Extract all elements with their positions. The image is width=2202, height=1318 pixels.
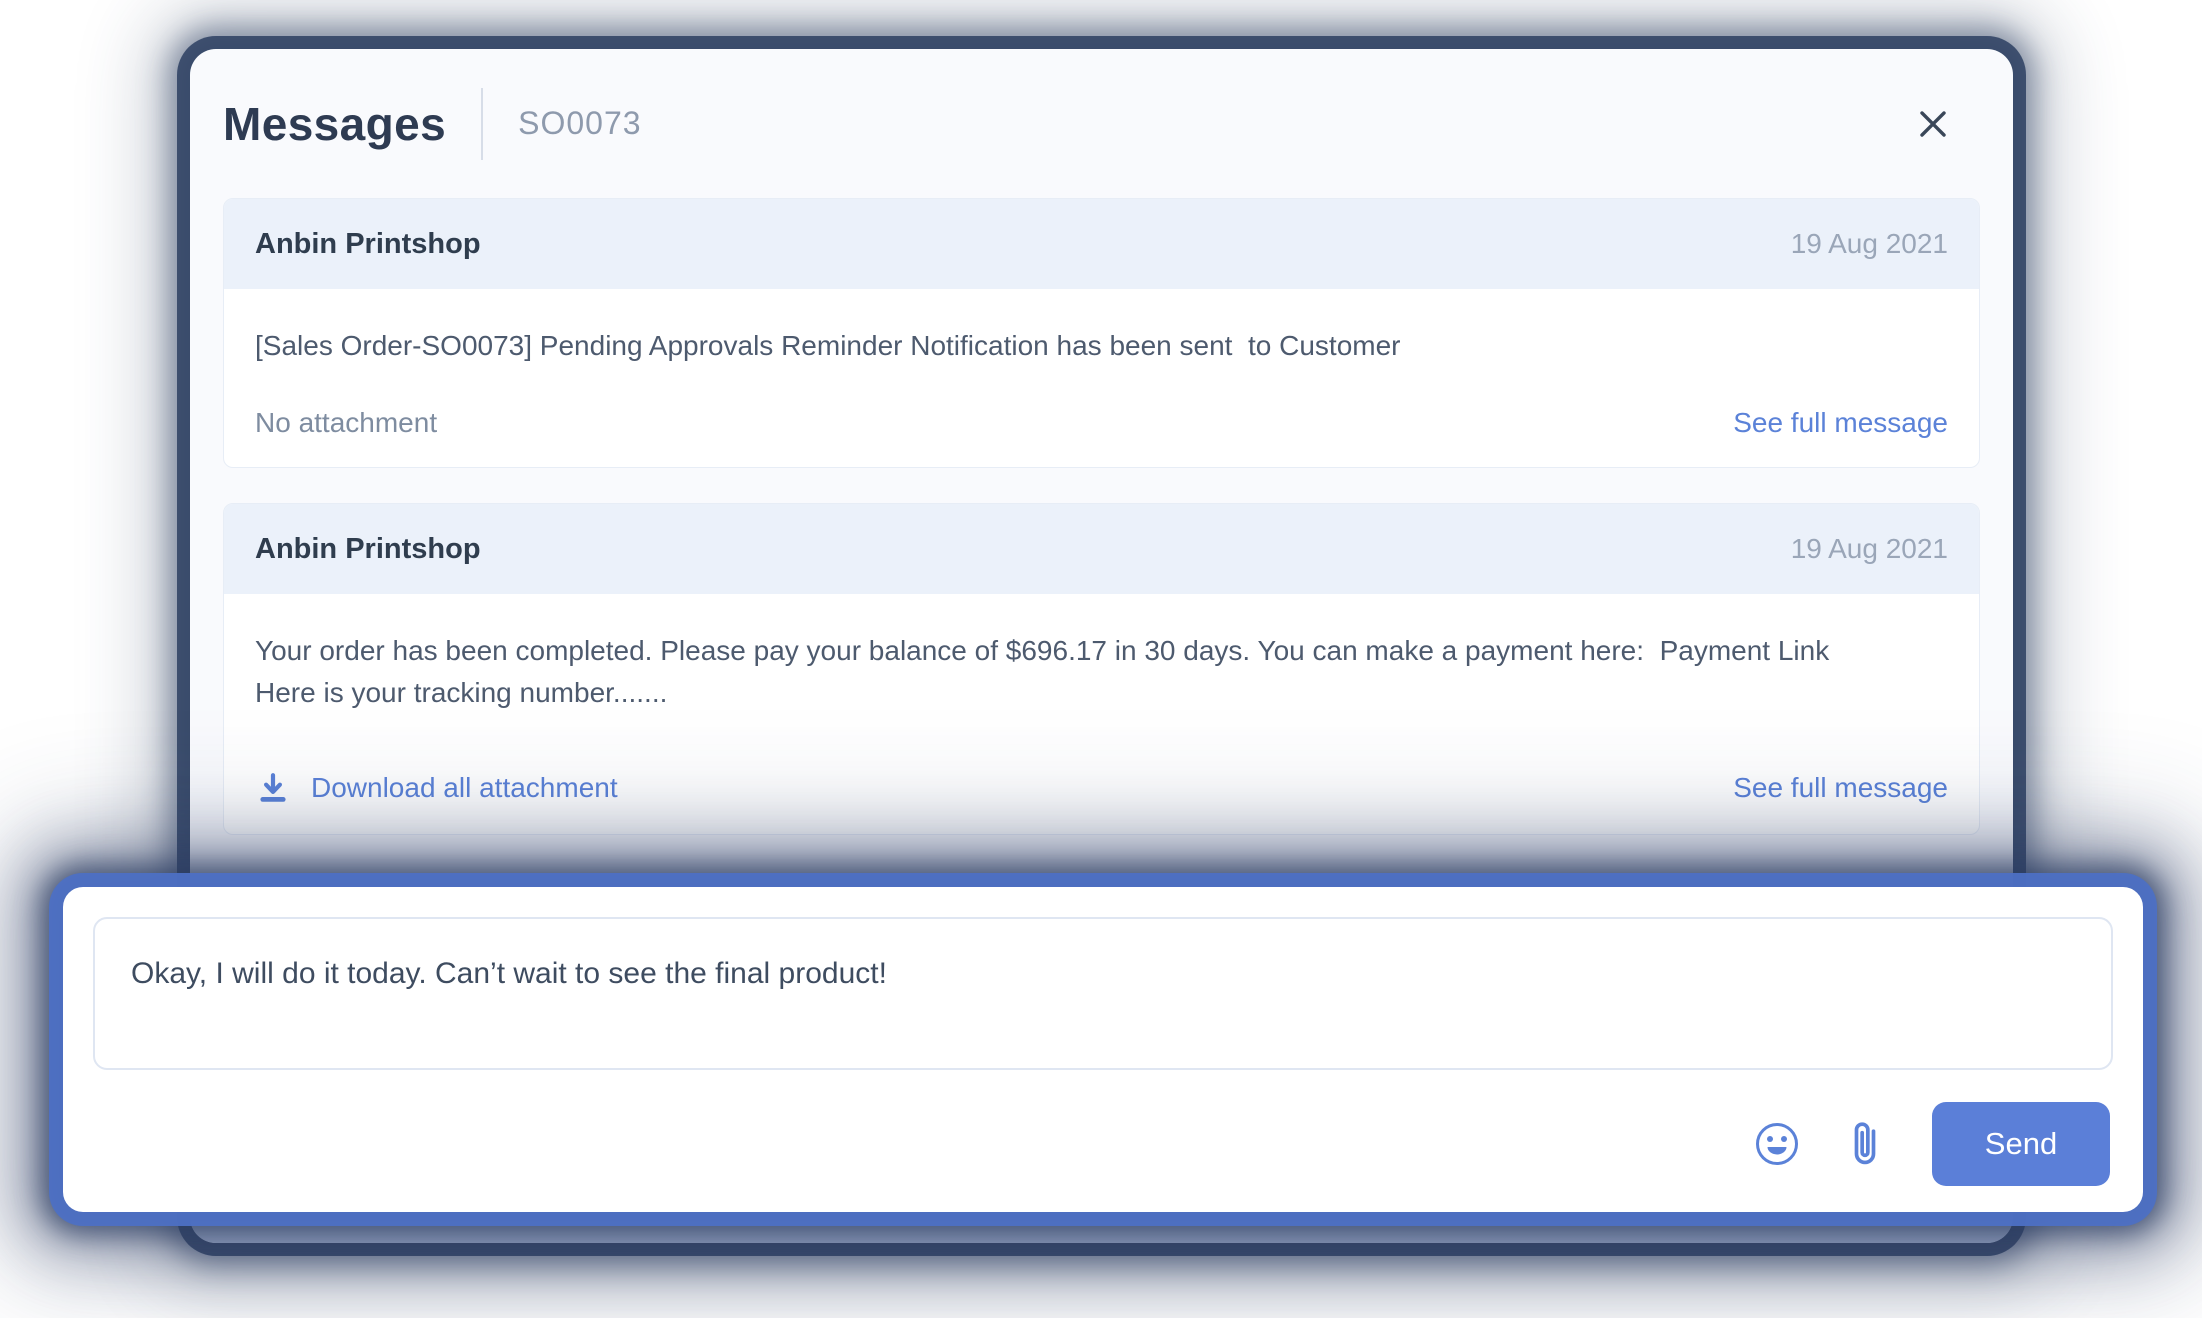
header-divider <box>481 87 484 160</box>
close-icon <box>1913 104 1953 144</box>
message-text: Your order has been completed. Please pa… <box>255 635 1830 708</box>
message-card-footer: No attachment See full message <box>255 407 1948 439</box>
attachment-button[interactable] <box>1838 1117 1892 1171</box>
message-card-header: Anbin Printshop 19 Aug 2021 <box>224 504 1979 594</box>
message-input[interactable]: Okay, I will do it today. Can’t wait to … <box>93 917 2113 1070</box>
download-all-attachment-link[interactable]: Download all attachment <box>255 770 618 806</box>
send-button[interactable]: Send <box>1932 1102 2110 1186</box>
message-card-body: [Sales Order-SO0073] Pending Approvals R… <box>224 289 1979 467</box>
compose-actions: Send <box>1750 1102 2110 1186</box>
emoji-button[interactable] <box>1750 1117 1804 1171</box>
message-card-footer: Download all attachment See full message <box>255 770 1948 806</box>
no-attachment-label: No attachment <box>255 407 438 438</box>
message-list: Anbin Printshop 19 Aug 2021 [Sales Order… <box>190 198 2013 835</box>
page-title: Messages <box>223 97 447 150</box>
download-all-attachment-label: Download all attachment <box>311 772 618 803</box>
message-text: [Sales Order-SO0073] Pending Approvals R… <box>255 330 1401 361</box>
message-date: 19 Aug 2021 <box>1790 228 1948 259</box>
paperclip-icon <box>1848 1118 1882 1170</box>
order-id: SO0073 <box>518 105 642 141</box>
message-card-header: Anbin Printshop 19 Aug 2021 <box>224 199 1979 289</box>
close-button[interactable] <box>1909 100 1957 148</box>
message-card: Anbin Printshop 19 Aug 2021 [Sales Order… <box>223 198 1980 468</box>
see-full-message-link[interactable]: See full message <box>1733 407 1948 439</box>
download-icon <box>255 770 291 806</box>
modal-header: Messages SO0073 <box>190 49 2013 198</box>
message-card: Anbin Printshop 19 Aug 2021 Your order h… <box>223 503 1980 835</box>
see-full-message-link[interactable]: See full message <box>1733 772 1948 804</box>
message-card-body: Your order has been completed. Please pa… <box>224 594 1979 834</box>
emoji-icon <box>1753 1120 1801 1168</box>
message-date: 19 Aug 2021 <box>1790 533 1948 564</box>
sender-name: Anbin Printshop <box>255 227 481 260</box>
sender-name: Anbin Printshop <box>255 532 481 565</box>
compose-panel: Okay, I will do it today. Can’t wait to … <box>63 887 2143 1212</box>
